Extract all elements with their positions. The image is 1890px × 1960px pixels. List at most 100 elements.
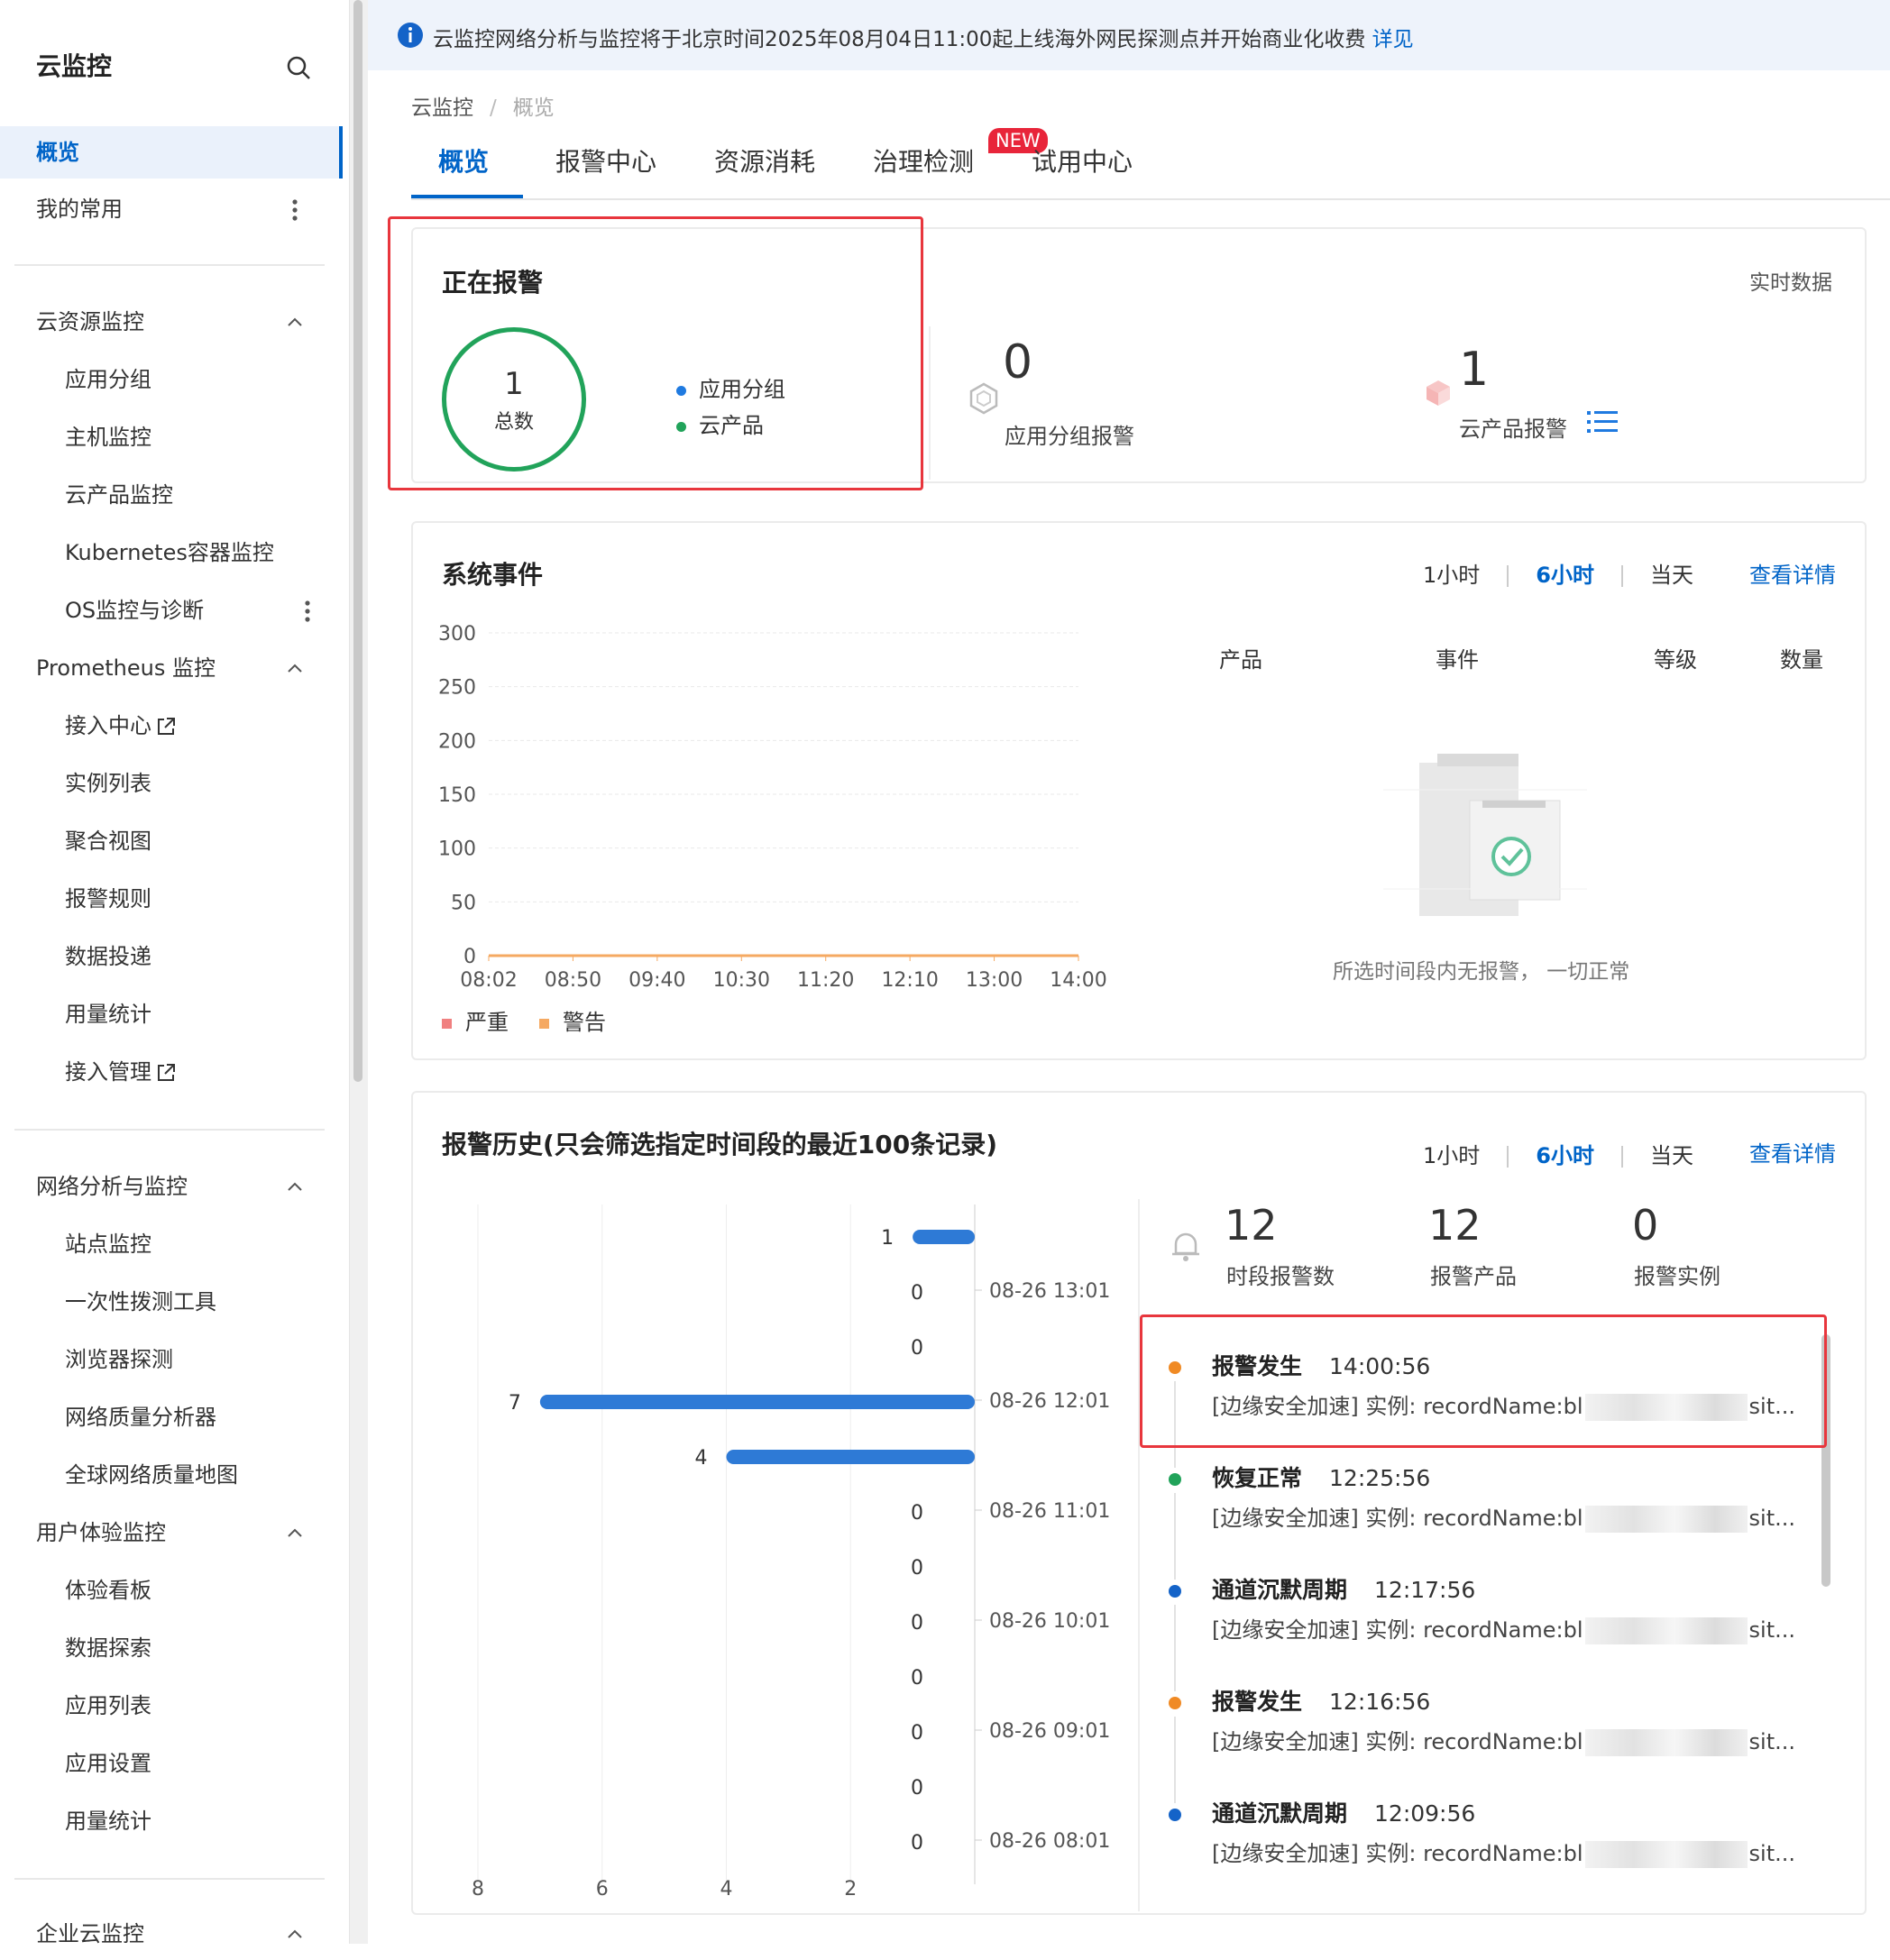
- sidebar-group-prometheus[interactable]: Prometheus 监控: [0, 642, 343, 694]
- legend-swatch: [539, 1019, 549, 1029]
- bar-value-label: 0: [911, 1777, 923, 1800]
- empty-state-text: 所选时间段内无报警， 一切正常: [1333, 960, 1630, 984]
- sidebar-item-browser-probe[interactable]: 浏览器探测: [0, 1333, 343, 1386]
- sidebar-item-label: 概览: [36, 140, 79, 165]
- sidebar-item-app-list[interactable]: 应用列表: [0, 1680, 343, 1732]
- sidebar-item-label: Prometheus 监控: [36, 655, 216, 681]
- sidebar-item-cloud-product-monitor[interactable]: 云产品监控: [0, 469, 343, 521]
- sidebar-item-site-monitor[interactable]: 站点监控: [0, 1218, 343, 1270]
- sidebar-item-aggregate-view[interactable]: 聚合视图: [0, 815, 343, 867]
- app-group-alarm-count: 0: [1003, 335, 1033, 389]
- sidebar-item-experience-board[interactable]: 体验看板: [0, 1564, 343, 1617]
- tab-bar: 概览 报警中心 资源消耗 治理检测 NEW 试用中心: [411, 128, 1890, 200]
- table-header-event: 事件: [1436, 647, 1479, 673]
- sidebar-item-usage-stats-2[interactable]: 用量统计: [0, 1795, 343, 1847]
- more-icon[interactable]: [305, 600, 310, 622]
- sidebar-scrollbar[interactable]: [350, 0, 368, 1944]
- tab-overview[interactable]: 概览: [438, 142, 489, 198]
- sidebar-item-label: 用量统计: [65, 1002, 151, 1027]
- range-today[interactable]: 当天: [1650, 1143, 1693, 1168]
- sidebar-title: 云监控: [36, 51, 113, 81]
- bar-value-label: 0: [911, 1722, 923, 1745]
- tab-governance-check[interactable]: 治理检测: [873, 142, 974, 198]
- scrollbar-thumb[interactable]: [353, 0, 362, 1082]
- sidebar-item-label: 我的常用: [36, 197, 123, 222]
- sidebar-item-global-network-map[interactable]: 全球网络质量地图: [0, 1449, 343, 1501]
- search-icon[interactable]: [285, 54, 312, 81]
- range-1h[interactable]: 1小时: [1423, 1143, 1480, 1168]
- table-header-product: 产品: [1219, 647, 1262, 673]
- chevron-up-icon[interactable]: [287, 1926, 303, 1942]
- range-today[interactable]: 当天: [1650, 563, 1693, 588]
- y-tick-label: 300: [438, 623, 476, 646]
- time-label: 08-26 12:01: [989, 1390, 1110, 1413]
- bar-value-label: 0: [911, 1502, 923, 1525]
- sidebar-group-enterprise[interactable]: 企业云监控: [0, 1908, 343, 1960]
- sidebar-item-os-monitor[interactable]: OS监控与诊断: [0, 584, 343, 637]
- chevron-up-icon[interactable]: [287, 1178, 303, 1195]
- chevron-up-icon[interactable]: [287, 1525, 303, 1541]
- sidebar-item-app-group[interactable]: 应用分组: [0, 353, 343, 406]
- range-6h[interactable]: 6小时: [1536, 1143, 1594, 1168]
- timeline-item[interactable]: 通道沉默周期 12:17:56 [边缘安全加速] 实例: recordName:b…: [1145, 1556, 1795, 1691]
- table-header-level: 等级: [1654, 647, 1697, 673]
- sidebar-item-instance-list[interactable]: 实例列表: [0, 757, 343, 810]
- sidebar-item-host-monitor[interactable]: 主机监控: [0, 411, 343, 463]
- sidebar-group-cloud-resource[interactable]: 云资源监控: [0, 296, 343, 348]
- more-icon[interactable]: [292, 199, 298, 221]
- sidebar-item-overview[interactable]: 概览: [0, 126, 343, 179]
- alarm-history-chart: 8 6 4 2 1 0 0 7 4 0 0 0 0 0 0 0 08-26 13:01 08-26 12:01 08…: [472, 1204, 1110, 1900]
- sidebar-item-label: 主机监控: [65, 425, 151, 450]
- history-detail-link[interactable]: 查看详情: [1749, 1136, 1836, 1168]
- redacted-block: [1584, 1506, 1748, 1533]
- sidebar-item-label: 企业云监控: [36, 1921, 144, 1946]
- timeline-desc: [边缘安全加速] 实例: recordName:bl: [1212, 1617, 1583, 1643]
- tab-trial-center[interactable]: 试用中心: [1032, 142, 1133, 198]
- banner-link[interactable]: 详见: [1372, 28, 1414, 51]
- sidebar-item-one-time-probe[interactable]: 一次性拨测工具: [0, 1276, 343, 1328]
- list-icon[interactable]: [1587, 409, 1618, 435]
- sidebar-item-label: 报警规则: [65, 886, 151, 911]
- legend-swatch: [442, 1019, 452, 1029]
- tab-alarm-center[interactable]: 报警中心: [555, 142, 656, 198]
- events-detail-link[interactable]: 查看详情: [1749, 557, 1836, 589]
- timeline-item[interactable]: 报警发生 12:16:56 [边缘安全加速] 实例: recordName:bl s…: [1145, 1668, 1795, 1803]
- history-range-selector: 1小时 6小时 当天: [1423, 1138, 1693, 1169]
- alarm-product-label: 报警产品: [1430, 1264, 1517, 1289]
- sidebar-item-data-explore[interactable]: 数据探索: [0, 1622, 343, 1674]
- status-dot: [1169, 1585, 1181, 1598]
- timeline-item[interactable]: 通道沉默周期 12:09:56 [边缘安全加速] 实例: recordName:b…: [1145, 1780, 1795, 1884]
- bar: [913, 1230, 975, 1244]
- timeline-item[interactable]: 恢复正常 12:25:56 [边缘安全加速] 实例: recordName:bl s…: [1145, 1444, 1795, 1580]
- sidebar-item-kubernetes[interactable]: Kubernetes容器监控: [0, 527, 343, 579]
- range-1h[interactable]: 1小时: [1423, 563, 1480, 588]
- range-6h[interactable]: 6小时: [1536, 563, 1594, 588]
- sidebar-item-usage-stats[interactable]: 用量统计: [0, 988, 343, 1040]
- sidebar-item-label: 体验看板: [65, 1578, 151, 1603]
- breadcrumb-separator: /: [490, 96, 497, 120]
- timeline-desc: [边缘安全加速] 实例: recordName:bl: [1212, 1729, 1583, 1754]
- chevron-up-icon[interactable]: [287, 314, 303, 330]
- sidebar-item-alarm-rules[interactable]: 报警规则: [0, 873, 343, 925]
- timeline-desc-suffix: sit...: [1748, 1841, 1795, 1866]
- sidebar-item-favorites[interactable]: 我的常用: [0, 183, 343, 235]
- breadcrumb-root[interactable]: 云监控: [411, 96, 473, 120]
- sidebar-item-data-delivery[interactable]: 数据投递: [0, 930, 343, 983]
- sidebar-item-label: 接入管理: [65, 1059, 151, 1085]
- sidebar-item-app-settings[interactable]: 应用设置: [0, 1737, 343, 1790]
- sidebar-item-network-quality-analyzer[interactable]: 网络质量分析器: [0, 1391, 343, 1443]
- sidebar-group-network[interactable]: 网络分析与监控: [0, 1160, 343, 1213]
- x-tick-label: 11:20: [797, 969, 854, 992]
- chevron-up-icon[interactable]: [287, 660, 303, 676]
- sidebar-item-access-center[interactable]: 接入中心: [0, 700, 343, 752]
- bar-value-label: 0: [911, 1557, 923, 1580]
- time-label: 08-26 11:01: [989, 1500, 1110, 1523]
- sidebar-item-label: 站点监控: [65, 1232, 151, 1257]
- tab-resource-usage[interactable]: 资源消耗: [714, 142, 815, 198]
- sidebar-item-label: 数据探索: [65, 1635, 151, 1661]
- sidebar-item-access-management[interactable]: 接入管理: [0, 1046, 343, 1098]
- timeline-time: 12:25:56: [1329, 1465, 1431, 1491]
- sidebar-item-label: 浏览器探测: [65, 1347, 173, 1372]
- sidebar-group-user-experience[interactable]: 用户体验监控: [0, 1507, 343, 1559]
- system-events-title: 系统事件: [442, 560, 544, 590]
